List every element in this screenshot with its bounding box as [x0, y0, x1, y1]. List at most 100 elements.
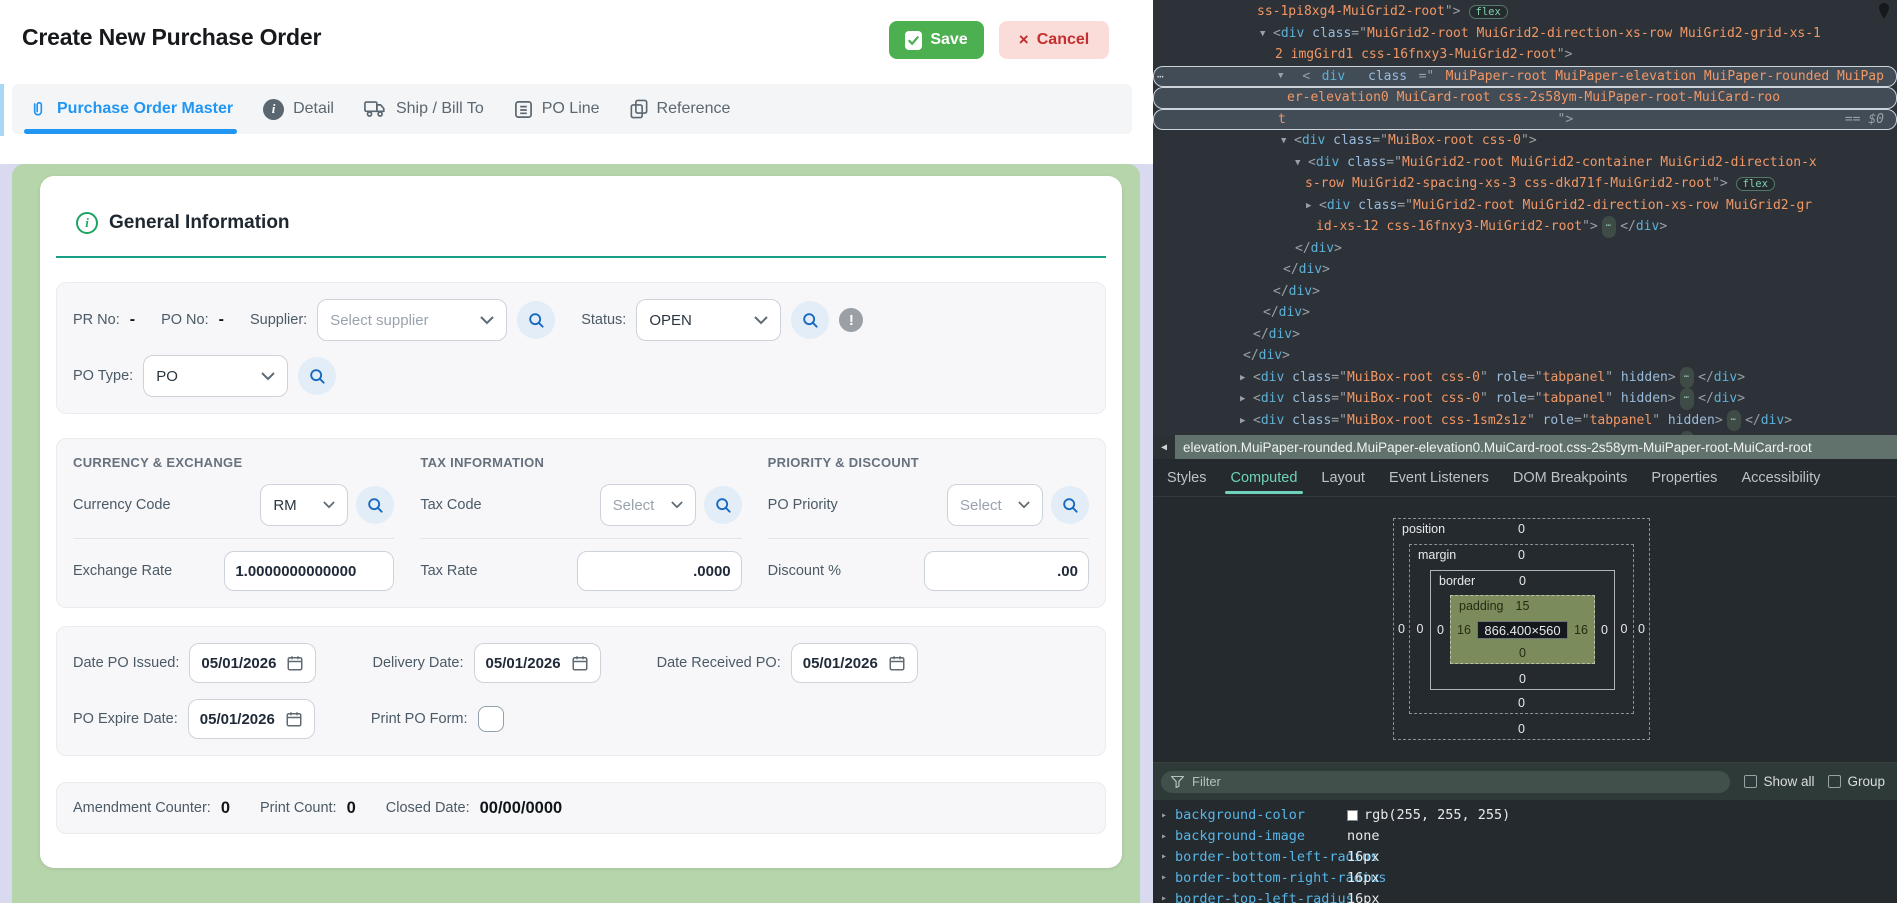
expand-arrow-icon[interactable]: ▸	[1161, 851, 1175, 862]
devtools-tab-styles[interactable]: Styles	[1167, 459, 1207, 497]
priority-column: PRIORITY & DISCOUNT PO Priority Select	[768, 455, 1089, 591]
counters-box: Amendment Counter: 0 Print Count: 0 Clos…	[56, 782, 1106, 834]
po-no-field: PO No: -	[161, 311, 224, 329]
code-line[interactable]: ▼<div class="MuiGrid2-root MuiGrid2-cont…	[1153, 152, 1897, 174]
devtools-tab-properties[interactable]: Properties	[1651, 459, 1717, 497]
po-priority-search-button[interactable]	[1051, 486, 1089, 524]
devtools-tab-accessibility[interactable]: Accessibility	[1741, 459, 1820, 497]
code-line[interactable]: ▶<div class="MuiBox-root css-1sm2s1z" ro…	[1153, 410, 1897, 432]
cancel-button[interactable]: × Cancel	[999, 21, 1109, 59]
po-priority-select[interactable]: Select	[947, 484, 1043, 526]
code-line[interactable]: ▶<div class="MuiBox-root css-0" role="ta…	[1153, 367, 1897, 389]
expand-ellipsis-icon[interactable]: ⋯	[1680, 367, 1694, 389]
page-title: Create New Purchase Order	[22, 24, 321, 51]
tab-label: Purchase Order Master	[57, 100, 233, 118]
expand-ellipsis-icon[interactable]: ⋯	[1602, 216, 1616, 238]
supplier-select[interactable]: Select supplier	[317, 299, 507, 341]
tab-ship-bill-to[interactable]: Ship / Bill To	[364, 84, 484, 134]
flex-badge[interactable]: flex	[1469, 5, 1508, 19]
group-toggle[interactable]: Group	[1828, 774, 1885, 789]
code-line[interactable]: t"> == $0	[1153, 109, 1897, 131]
tax-rate-input[interactable]: .0000	[577, 551, 742, 591]
breadcrumb-selector-text: elevation.MuiPaper-rounded.MuiPaper-elev…	[1183, 440, 1812, 455]
tree-arrow-icon: ▼	[1281, 131, 1294, 153]
po-type-search-button[interactable]	[298, 357, 336, 395]
date-po-issued-input[interactable]: 05/01/2026	[189, 643, 316, 683]
tax-code-search-button[interactable]	[704, 486, 742, 524]
show-all-toggle[interactable]: Show all	[1744, 774, 1814, 789]
code-line[interactable]: ▼<div class="MuiGrid2-root MuiGrid2-dire…	[1153, 23, 1897, 45]
breadcrumb-scroll-left-icon[interactable]: ◀	[1153, 435, 1175, 459]
devtools-tab-computed[interactable]: Computed	[1231, 459, 1298, 497]
expand-ellipsis-icon[interactable]: ⋯	[1727, 410, 1741, 432]
code-line[interactable]: </div>	[1153, 259, 1897, 281]
code-line[interactable]: ▶<div class="MuiBox-root css-0" role="ta…	[1153, 388, 1897, 410]
po-expire-date-field: PO Expire Date: 05/01/2026	[73, 699, 315, 739]
currency-search-button[interactable]	[356, 486, 394, 524]
tab-reference[interactable]: Reference	[630, 84, 731, 134]
code-line[interactable]: ss-1pi8xg4-MuiGrid2-root">flex	[1153, 1, 1897, 23]
expand-arrow-icon[interactable]: ▸	[1161, 893, 1175, 903]
cancel-label: Cancel	[1037, 31, 1089, 49]
code-line[interactable]: ⋯▼<div class="MuiPaper-root MuiPaper-ele…	[1153, 66, 1897, 88]
print-po-form-checkbox[interactable]	[478, 706, 504, 732]
filter-input[interactable]: Filter	[1161, 771, 1730, 793]
expand-arrow-icon[interactable]: ▸	[1161, 872, 1175, 883]
exchange-rate-input[interactable]: 1.0000000000000	[224, 551, 394, 591]
expand-arrow-icon[interactable]: ▸	[1161, 831, 1175, 842]
code-line[interactable]: </div>	[1153, 302, 1897, 324]
group-checkbox[interactable]	[1828, 775, 1841, 788]
chevron-down-icon	[1018, 501, 1030, 509]
discount-input[interactable]: .00	[924, 551, 1089, 591]
status-select[interactable]: OPEN	[636, 299, 781, 341]
tree-arrow-icon: ▶	[1240, 411, 1253, 433]
box-model-border-ring[interactable]: border 0 0 0 0 padding 15 0 16 16 866.	[1430, 570, 1615, 690]
flex-badge[interactable]: flex	[1736, 177, 1775, 191]
devtools-tab-layout[interactable]: Layout	[1321, 459, 1365, 497]
property-value: 16px	[1347, 870, 1380, 886]
box-model-content-box[interactable]: 866.400×560	[1477, 621, 1568, 639]
code-line[interactable]: ▼<div class="MuiBox-root css-0">	[1153, 130, 1897, 152]
tree-arrow-icon: ▶	[1240, 389, 1253, 411]
po-expire-date-input[interactable]: 05/01/2026	[188, 699, 315, 739]
code-line[interactable]: id-xs-12 css-16fnxy3-MuiGrid2-root">⋯</d…	[1153, 216, 1897, 238]
search-icon	[365, 495, 385, 515]
tab-po-line[interactable]: PO Line	[514, 84, 600, 134]
save-button[interactable]: Save	[889, 21, 984, 59]
devtools-tab-dom-breakpoints[interactable]: DOM Breakpoints	[1513, 459, 1627, 497]
po-type-select[interactable]: PO	[143, 355, 288, 397]
devtools-breadcrumb[interactable]: ◀ elevation.MuiPaper-rounded.MuiPaper-el…	[1153, 435, 1897, 459]
computed-property-row[interactable]: ▸border-bottom-left-radius16px	[1153, 847, 1897, 868]
tab-detail[interactable]: iDetail	[263, 84, 334, 134]
status-field: Status: OPEN !	[581, 299, 863, 341]
code-line[interactable]: </div>	[1153, 345, 1897, 367]
expand-ellipsis-icon[interactable]: ⋯	[1680, 388, 1694, 410]
show-all-checkbox[interactable]	[1744, 775, 1757, 788]
supplier-search-button[interactable]	[517, 301, 555, 339]
truck-icon	[364, 100, 387, 118]
computed-property-row[interactable]: ▸background-colorrgb(255, 255, 255)	[1153, 805, 1897, 826]
code-line[interactable]: s-row MuiGrid2-spacing-xs-3 css-dkd71f-M…	[1153, 173, 1897, 195]
delivery-date-input[interactable]: 05/01/2026	[474, 643, 601, 683]
box-model-padding-ring[interactable]: padding 15 0 16 16 866.400×560	[1450, 595, 1595, 664]
status-search-button[interactable]	[791, 301, 829, 339]
tax-code-select[interactable]: Select	[600, 484, 696, 526]
tab-purchase-order-master[interactable]: Purchase Order Master	[28, 84, 233, 134]
box-model-margin-ring[interactable]: margin 0 0 0 0 border 0 0 0 0 padding 15	[1409, 544, 1634, 714]
expand-arrow-icon[interactable]: ▸	[1161, 810, 1175, 821]
devtools-tab-event-listeners[interactable]: Event Listeners	[1389, 459, 1489, 497]
code-line[interactable]: </div>	[1153, 238, 1897, 260]
code-line[interactable]: 2 imgGird1 css-16fnxy3-MuiGrid2-root">	[1153, 44, 1897, 66]
date-received-po-input[interactable]: 05/01/2026	[791, 643, 918, 683]
code-line[interactable]: er-elevation0 MuiCard-root css-2s58ym-Mu…	[1153, 87, 1897, 109]
chevron-down-icon	[754, 316, 768, 325]
code-line[interactable]: </div>	[1153, 281, 1897, 303]
code-line[interactable]: ▶<div class="MuiGrid2-root MuiGrid2-dire…	[1153, 195, 1897, 217]
code-line[interactable]: </div>	[1153, 324, 1897, 346]
currency-code-select[interactable]: RM	[260, 484, 348, 526]
computed-property-row[interactable]: ▸border-top-left-radius16px	[1153, 888, 1897, 903]
computed-property-row[interactable]: ▸background-imagenone	[1153, 826, 1897, 847]
computed-property-row[interactable]: ▸border-bottom-right-radius16px	[1153, 867, 1897, 888]
box-model-position-ring[interactable]: position 0 0 0 0 margin 0 0 0 0 border 0…	[1393, 518, 1650, 740]
date-po-issued-field: Date PO Issued: 05/01/2026	[73, 643, 316, 683]
